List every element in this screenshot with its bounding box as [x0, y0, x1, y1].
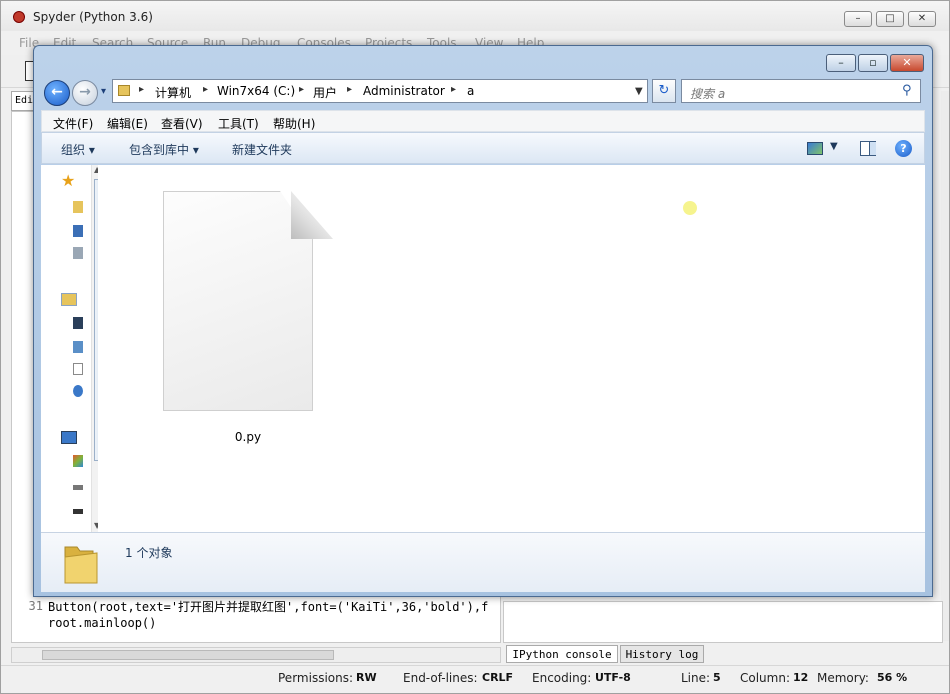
help-icon[interactable]: ?	[895, 140, 912, 157]
minimize-button[interactable]: –	[844, 11, 872, 27]
desktop-icon[interactable]	[73, 225, 83, 237]
breadcrumb-a[interactable]: a	[467, 84, 474, 98]
preview-pane-icon[interactable]	[860, 141, 876, 156]
tab-history-log[interactable]: History log	[620, 645, 704, 663]
file-list[interactable]: 0.py	[98, 165, 925, 532]
close-button[interactable]: ✕	[908, 11, 936, 27]
breadcrumb-computer[interactable]: 计算机	[155, 84, 191, 101]
console-pane	[503, 601, 943, 643]
pictures-library-icon[interactable]	[73, 341, 83, 353]
tab-ipython-console[interactable]: IPython console	[506, 645, 618, 663]
back-button[interactable]: ←	[44, 80, 70, 106]
cursor-highlight	[683, 201, 697, 215]
spyder-logo-icon	[13, 11, 25, 23]
include-in-library-button[interactable]: 包含到库中 ▾	[129, 141, 199, 158]
memory-label: Memory:	[817, 671, 869, 685]
encoding-value: UTF-8	[595, 671, 631, 684]
forward-button[interactable]: →	[72, 80, 98, 106]
file-item[interactable]: 0.py	[158, 185, 338, 465]
eol-label: End-of-lines:	[403, 671, 478, 685]
documents-library-icon[interactable]	[73, 363, 83, 375]
breadcrumb-administrator[interactable]: Administrator	[363, 84, 445, 98]
status-bar: Permissions: RW End-of-lines: CRLF Encod…	[1, 665, 949, 690]
breadcrumb-separator-icon[interactable]: ▸	[347, 84, 352, 95]
breadcrumb-separator-icon[interactable]: ▸	[299, 84, 304, 95]
breadcrumb-separator-icon[interactable]: ▸	[451, 84, 456, 95]
videos-library-icon[interactable]	[73, 317, 83, 329]
music-library-icon[interactable]	[73, 385, 83, 397]
menu-edit[interactable]: 编辑(E)	[107, 115, 148, 132]
drive-icon[interactable]	[73, 509, 83, 514]
column-label: Column:	[740, 671, 790, 685]
explorer-minimize-button[interactable]: –	[826, 54, 856, 72]
breadcrumb-users[interactable]: 用户	[313, 84, 337, 101]
drive-icon[interactable]	[73, 485, 83, 490]
favorites-star-icon[interactable]: ★	[61, 171, 75, 190]
breadcrumb-separator-icon[interactable]: ▸	[139, 84, 144, 95]
view-dropdown-icon[interactable]: ▼	[830, 141, 838, 152]
preview-pane-inner	[869, 142, 876, 155]
explorer-menubar: 文件(F) 编辑(E) 查看(V) 工具(T) 帮助(H)	[41, 110, 925, 132]
details-pane: 1 个对象	[41, 532, 925, 592]
folder-icon	[118, 85, 130, 96]
organize-button[interactable]: 组织 ▾	[61, 141, 95, 158]
line-label: Line:	[681, 671, 711, 685]
line-number: 31	[28, 599, 43, 613]
code-line: Button(root,text='打开图片并提取红图',font=('KaiT…	[48, 600, 489, 614]
recent-pages-dropdown-icon[interactable]: ▾	[101, 86, 106, 97]
right-edge-toolbar	[941, 91, 949, 641]
file-name[interactable]: 0.py	[228, 430, 268, 444]
blank-file-icon[interactable]	[163, 191, 313, 411]
menu-tools[interactable]: 工具(T)	[218, 115, 259, 132]
menu-view[interactable]: 查看(V)	[161, 115, 203, 132]
permissions-value: RW	[356, 671, 377, 684]
menu-file[interactable]: 文件(F)	[53, 115, 93, 132]
command-bar: 组织 ▾ 包含到库中 ▾ 新建文件夹 ▼ ?	[41, 132, 925, 164]
item-count: 1 个对象	[125, 546, 173, 560]
spyder-title-bar: Spyder (Python 3.6) – □ ✕	[1, 1, 949, 31]
scrollbar-thumb[interactable]	[42, 650, 334, 660]
search-input[interactable]: 搜索 a ⚲	[681, 79, 921, 103]
address-dropdown-icon[interactable]: ▼	[635, 86, 643, 97]
computer-icon[interactable]	[61, 431, 77, 444]
permissions-label: Permissions:	[278, 671, 354, 685]
address-bar[interactable]: ▸ 计算机 ▸ Win7x64 (C:) ▸ 用户 ▸ Administrato…	[112, 79, 648, 103]
navigation-pane: ★ ▲ ▼	[41, 165, 105, 532]
eol-value: CRLF	[482, 671, 514, 684]
libraries-icon[interactable]	[61, 293, 77, 306]
editor-horizontal-scrollbar[interactable]	[11, 647, 501, 663]
line-value: 5	[713, 671, 721, 684]
menu-help[interactable]: 帮助(H)	[273, 115, 315, 132]
folder-icon	[64, 546, 98, 584]
recent-places-icon[interactable]	[73, 247, 83, 259]
explorer-close-button[interactable]: ✕	[890, 54, 924, 72]
code-line: root.mainloop()	[48, 616, 157, 630]
refresh-button[interactable]: ↻	[652, 79, 676, 103]
column-value: 12	[793, 671, 809, 684]
change-view-icon[interactable]	[807, 142, 823, 155]
maximize-button[interactable]: □	[876, 11, 904, 27]
breadcrumb-drive[interactable]: Win7x64 (C:)	[217, 84, 295, 98]
encoding-label: Encoding:	[532, 671, 592, 685]
drive-c-icon[interactable]	[73, 455, 83, 467]
search-icon[interactable]: ⚲	[902, 83, 912, 98]
new-folder-button[interactable]: 新建文件夹	[232, 141, 292, 158]
folder-icon[interactable]	[73, 201, 83, 213]
spyder-title: Spyder (Python 3.6)	[33, 10, 153, 24]
search-placeholder: 搜索 a	[690, 87, 726, 101]
breadcrumb-separator-icon[interactable]: ▸	[203, 84, 208, 95]
memory-value: 56 %	[877, 671, 908, 684]
page-fold-icon	[291, 191, 333, 239]
explorer-maximize-button[interactable]: ▫	[858, 54, 888, 72]
explorer-window: – ▫ ✕ ← → ▾ ▸ 计算机 ▸ Win7x64 (C:) ▸ 用户 ▸ …	[33, 45, 933, 597]
